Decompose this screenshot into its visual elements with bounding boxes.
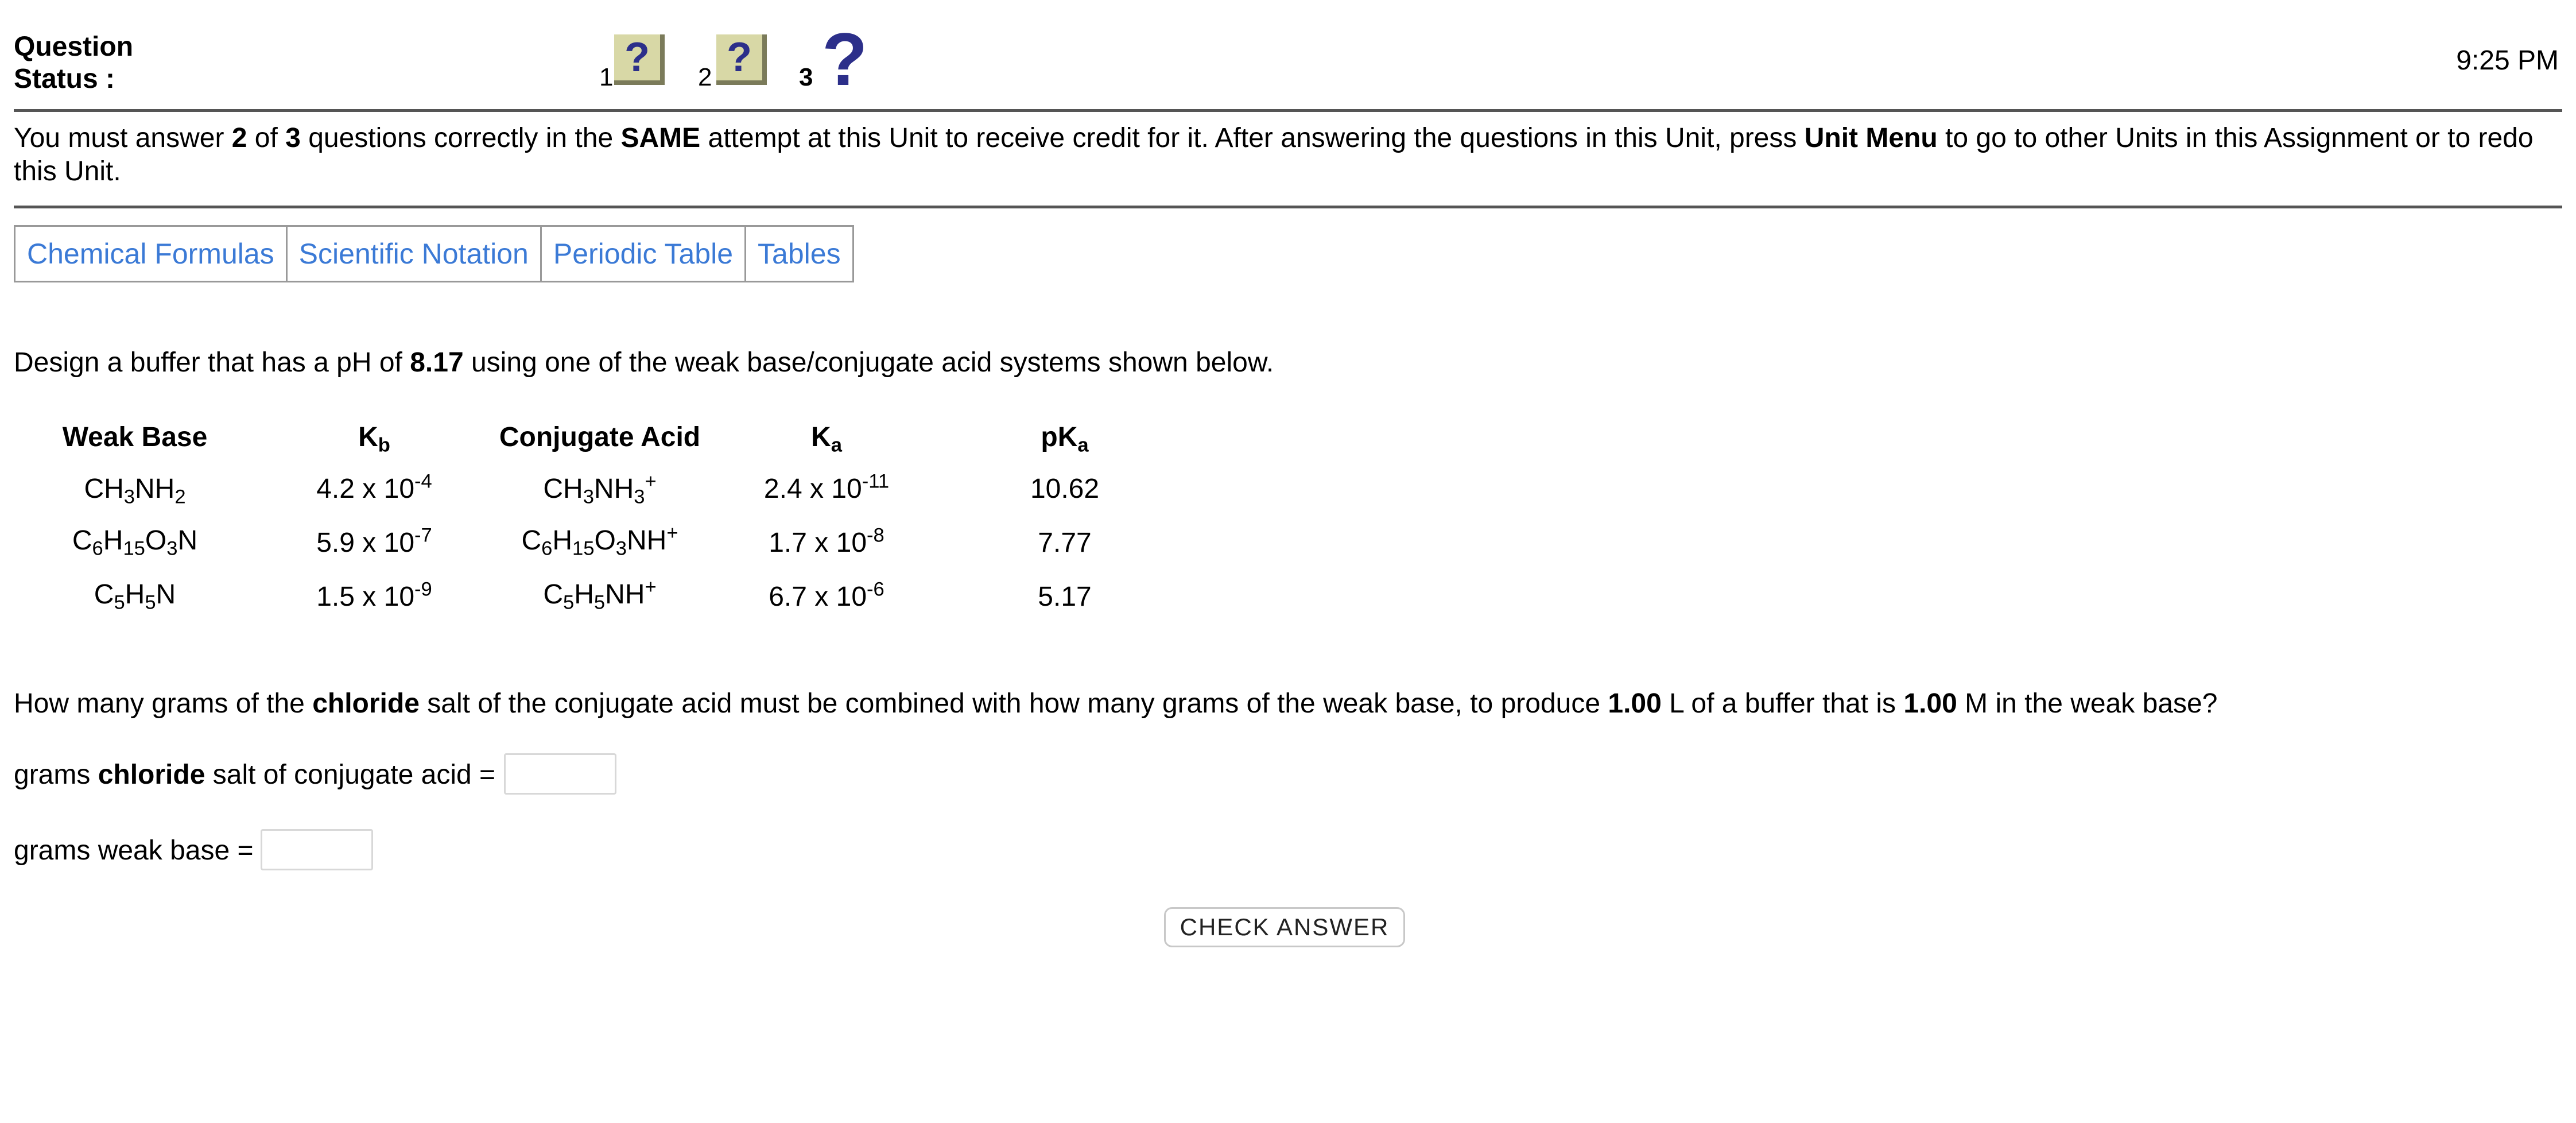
question-1-number: 1 [599,63,614,91]
cell-kb: 1.5 x 10-9 [316,578,432,612]
divider [14,109,2562,112]
tab-tables[interactable]: Tables [746,227,852,281]
question-2-status-icon[interactable]: ? [716,34,767,85]
cell-pka: 10.62 [1030,474,1100,504]
cell-pka: 5.17 [1038,582,1092,612]
question-text: How many grams of the chloride salt of t… [14,688,2218,719]
question-mark-icon: ? [727,34,752,80]
reference-tabs: Chemical Formulas Scientific Notation Pe… [14,225,854,282]
question-3-number: 3 [799,63,813,91]
question-mark-icon: ? [624,34,650,80]
cell-weak-base: C6H15O3N [72,525,198,560]
weak-base-grams-input[interactable] [261,829,373,870]
divider [14,206,2562,208]
cell-weak-base: C5H5N [94,579,176,614]
cell-kb: 5.9 x 10-7 [316,524,432,558]
cell-ka: 6.7 x 10-6 [769,578,884,612]
tab-chemical-formulas[interactable]: Chemical Formulas [15,227,288,281]
cell-pka: 7.77 [1038,528,1092,558]
header-pka: pKa [1041,422,1089,456]
question-2-number: 2 [698,63,712,91]
target-ph: 8.17 [410,347,464,378]
status-label-line-2: Status : [14,64,115,94]
salt-grams-label: grams chloride salt of conjugate acid = [14,760,496,790]
cell-conjugate-acid: C5H5NH+ [543,576,657,614]
question-1-status-icon[interactable]: ? [614,34,665,85]
header-weak-base: Weak Base [62,422,208,452]
header-kb: Kb [358,422,390,456]
header-ka: Ka [811,422,842,456]
status-label-line-1: Question [14,32,134,62]
cell-ka: 2.4 x 10-11 [763,470,890,504]
tab-periodic-table[interactable]: Periodic Table [542,227,747,281]
cell-kb: 4.2 x 10-4 [316,470,432,504]
cell-weak-base: CH3NH2 [84,474,186,508]
cell-conjugate-acid: C6H15O3NH+ [521,522,678,560]
tab-scientific-notation[interactable]: Scientific Notation [288,227,542,281]
weak-base-grams-label: grams weak base = [14,835,254,866]
question-status-label: Question Status : [14,31,133,95]
cell-ka: 1.7 x 10-8 [769,524,884,558]
question-3-current-icon: ? [822,17,868,101]
problem-statement: Design a buffer that has a pH of 8.17 us… [14,347,1274,378]
check-answer-button[interactable]: CHECK ANSWER [1164,907,1405,947]
salt-grams-input[interactable] [504,753,616,795]
cell-conjugate-acid: CH3NH3+ [543,470,657,508]
instructions-text: You must answer 2 of 3 questions correct… [14,123,2534,187]
clock-time: 9:25 PM [2456,45,2559,76]
header-conjugate-acid: Conjugate Acid [499,422,701,452]
